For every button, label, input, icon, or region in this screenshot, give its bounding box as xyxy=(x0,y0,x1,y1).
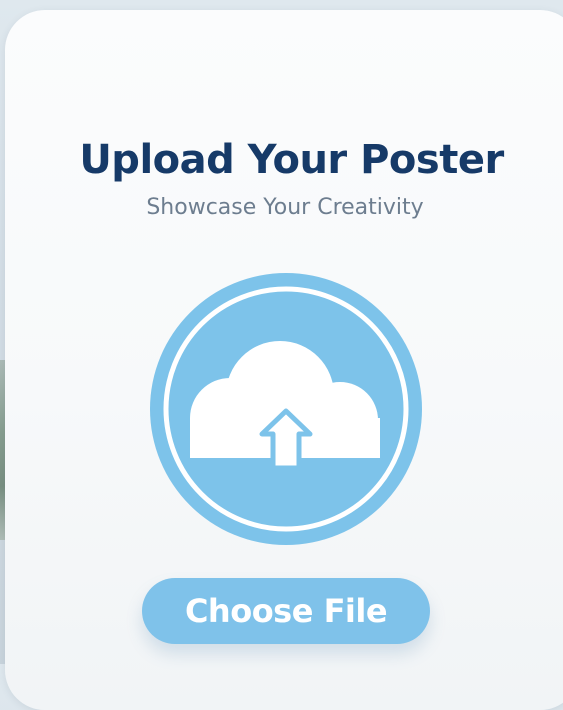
cloud-upload-icon xyxy=(150,273,422,545)
page-subtitle: Showcase Your Creativity xyxy=(146,195,424,220)
page-title: Upload Your Poster xyxy=(79,137,504,183)
upload-dropzone[interactable] xyxy=(150,273,422,545)
choose-file-button[interactable]: Choose File xyxy=(142,578,430,644)
